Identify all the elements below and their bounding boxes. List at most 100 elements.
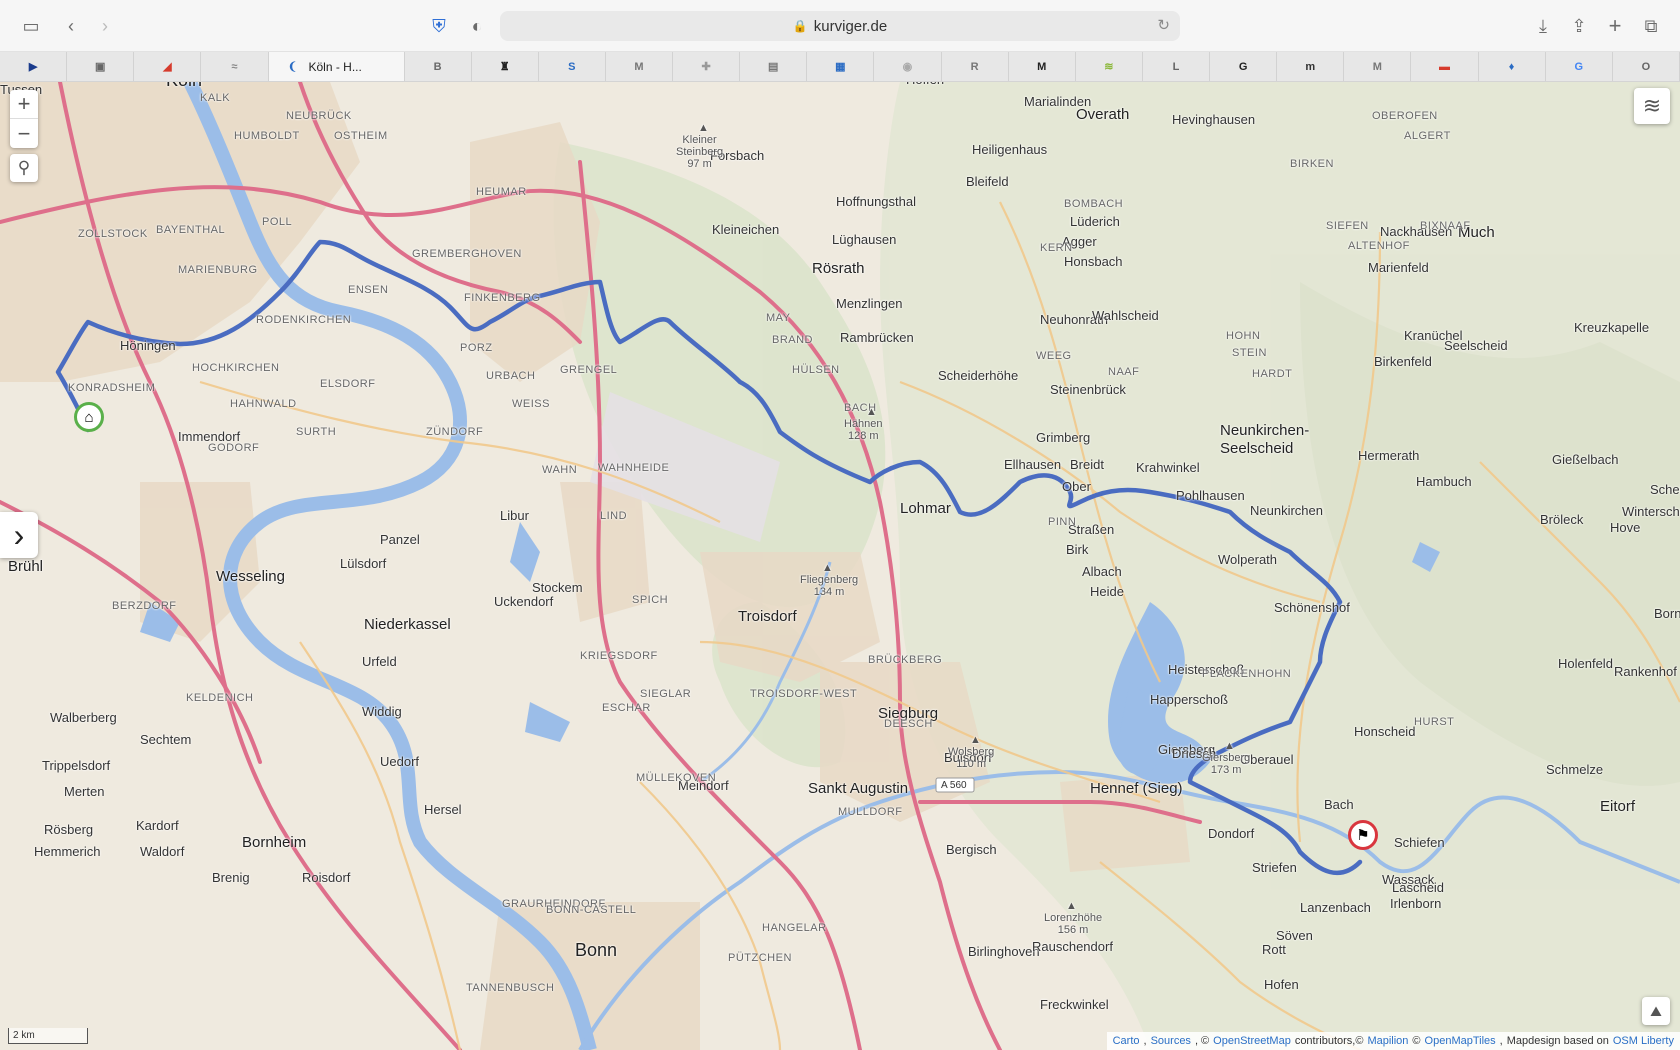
tab-22[interactable]: G <box>1546 52 1613 81</box>
district-label: SPICH <box>632 594 669 606</box>
zoom-out-button[interactable]: − <box>10 119 38 148</box>
new-tab-icon[interactable]: + <box>1602 13 1628 39</box>
tab-6[interactable]: ♜ <box>472 52 539 81</box>
back-icon[interactable]: ‹ <box>58 13 84 39</box>
tab-9[interactable]: ✚ <box>673 52 741 81</box>
district-label: DEESCH <box>884 718 933 730</box>
tab-23[interactable]: O <box>1613 52 1680 81</box>
tab-1[interactable]: ▶ <box>0 52 68 81</box>
town-label: Hersel <box>424 802 462 817</box>
tab-5[interactable]: B <box>405 52 472 81</box>
attribution-sources-link[interactable]: Sources <box>1151 1035 1191 1047</box>
district-label: ALTENHOF <box>1348 240 1410 252</box>
tab-17[interactable]: G <box>1210 52 1278 81</box>
tab-active[interactable]: ❨ Köln - H... <box>268 52 405 81</box>
town-label: Hermerath <box>1358 448 1420 463</box>
attribution-mapilion-link[interactable]: Mapilion <box>1367 1035 1408 1047</box>
forward-icon[interactable]: › <box>92 13 118 39</box>
district-label: MARIENBURG <box>178 264 258 276</box>
share-icon[interactable]: ⇪ <box>1566 13 1592 39</box>
tab-19[interactable]: M <box>1344 52 1412 81</box>
district-label: PORZ <box>460 342 493 354</box>
tab-21[interactable]: ♦ <box>1479 52 1546 81</box>
town-label: Bröleck <box>1540 512 1584 527</box>
tab-8[interactable]: M <box>606 52 674 81</box>
expand-panel-button[interactable]: › <box>0 512 38 558</box>
tab-10[interactable]: ▤ <box>740 52 808 81</box>
tab-11[interactable]: ▦ <box>807 52 875 81</box>
reader-shield-icon[interactable]: ◐ <box>464 13 490 39</box>
town-label: Wolperath <box>1218 552 1278 567</box>
tab-favicon-icon: ≋ <box>1104 61 1114 73</box>
download-icon[interactable]: ⤓ <box>1530 13 1556 39</box>
district-label: ZÜNDORF <box>426 426 484 438</box>
layers-button[interactable]: ≋ <box>1634 88 1670 124</box>
district-label: SURTH <box>296 426 337 438</box>
town-label: Merten <box>64 784 105 799</box>
town-label: Happerschoß <box>1150 692 1229 707</box>
scale-bar: 2 km <box>8 1028 88 1044</box>
terrain-toggle-button[interactable]: ⛰ <box>1642 997 1670 1025</box>
tab-4[interactable]: ≈ <box>201 52 269 81</box>
tab-overview-icon[interactable]: ⧉ <box>1638 13 1664 39</box>
attribution-osm-liberty-link[interactable]: OSM Liberty <box>1613 1035 1674 1047</box>
district-label: ZOLLSTOCK <box>78 228 148 240</box>
town-label: Kardorf <box>136 818 179 833</box>
peak-icon: ▲ <box>698 122 709 134</box>
district-label: HOCHKIRCHEN <box>192 362 280 374</box>
district-label: HÜLSEN <box>792 364 840 376</box>
url-bar[interactable]: 🔒 kurviger.de ↻ <box>500 11 1180 41</box>
finish-marker[interactable]: ⚑ <box>1348 820 1378 850</box>
town-label: Uedorf <box>380 754 420 769</box>
scale-label: 2 km <box>13 1030 35 1041</box>
town-label: Hevinghausen <box>1172 112 1256 127</box>
town-label: Höffen <box>906 82 944 87</box>
privacy-shield-icon[interactable]: ⛨ <box>426 13 452 39</box>
locate-button[interactable]: ⚲ <box>10 154 38 182</box>
attribution-carto-link[interactable]: Carto <box>1113 1035 1140 1047</box>
tab-16[interactable]: L <box>1143 52 1211 81</box>
reload-icon[interactable]: ↻ <box>1157 16 1170 34</box>
tab-2[interactable]: ▣ <box>67 52 135 81</box>
zoom-in-button[interactable]: + <box>10 90 38 119</box>
town-label: Honsbach <box>1064 254 1123 269</box>
town-label: Libur <box>500 508 529 523</box>
district-label: BRAND <box>772 334 814 346</box>
tab-3[interactable]: ◢ <box>134 52 202 81</box>
tab-12[interactable]: ◉ <box>874 52 942 81</box>
city-label-bonn: Bonn <box>575 940 618 960</box>
tab-18[interactable]: m <box>1277 52 1345 81</box>
tab-20[interactable]: ▬ <box>1411 52 1479 81</box>
district-label: URBACH <box>486 370 536 382</box>
tab-favicon-icon: ♜ <box>499 61 510 73</box>
mountain-icon: ⛰ <box>1650 1002 1662 1019</box>
sidebar-toggle-icon[interactable]: ▭ <box>18 13 44 39</box>
town-label: Trippelsdorf <box>42 758 111 773</box>
town-label: Urfeld <box>362 654 397 669</box>
district-label: HARDT <box>1252 368 1293 380</box>
start-marker[interactable]: ⌂ <box>74 402 104 432</box>
tab-13[interactable]: R <box>942 52 1009 81</box>
attribution-openmaptiles-link[interactable]: OpenMapTiles <box>1425 1035 1496 1047</box>
district-label: TROISDORF-WEST <box>750 688 858 700</box>
tab-15[interactable]: ≋ <box>1076 52 1143 81</box>
district-label: NEUBRÜCK <box>286 110 352 122</box>
town-label: Lüghausen <box>832 232 897 247</box>
town-label: Bornscheid <box>1654 606 1680 621</box>
map-canvas[interactable]: Köln Bonn Siegburg Troisdorf Hennef (Sie… <box>0 82 1680 1050</box>
tab-favicon-icon: ▣ <box>94 61 106 73</box>
tab-14[interactable]: M <box>1009 52 1076 81</box>
attribution-osm-link[interactable]: OpenStreetMap <box>1213 1035 1291 1047</box>
town-label: Lüderich <box>1070 214 1120 229</box>
tab-7[interactable]: S <box>539 52 606 81</box>
town-label: Dondorf <box>1208 826 1255 841</box>
town-label: Heide <box>1090 584 1124 599</box>
chevron-right-icon: › <box>13 516 25 553</box>
district-label: BERZDORF <box>112 600 177 612</box>
town-label: Birk <box>1066 542 1089 557</box>
district-label: RODENKIRCHEN <box>256 314 352 326</box>
map-attribution: Carto, Sources, © OpenStreetMap contribu… <box>1106 1032 1680 1050</box>
town-label: Hemmerich <box>34 844 101 859</box>
tab-bar: ▶ ▣ ◢ ≈ ❨ Köln - H... B ♜ S M ✚ ▤ ▦ ◉ R M ≋ L Gm M ▬ ♦ G O <box>0 52 1680 82</box>
town-label: Söven <box>1276 928 1313 943</box>
